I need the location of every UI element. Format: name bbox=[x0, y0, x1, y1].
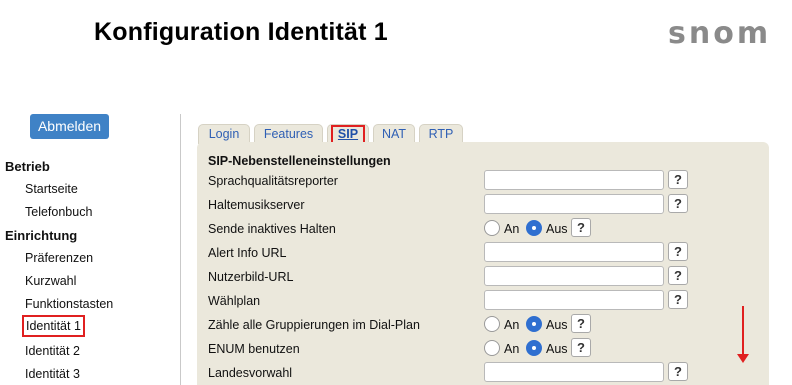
help-button-sende-inaktives-halten[interactable]: ? bbox=[571, 218, 591, 237]
radio-sende-inaktives-halten-aus[interactable] bbox=[526, 220, 542, 236]
help-button-waehlplan[interactable]: ? bbox=[668, 290, 688, 309]
landesvorwahl-input[interactable] bbox=[484, 362, 664, 382]
tab-features[interactable]: Features bbox=[254, 124, 323, 144]
radio-zaehle-gruppierungen-an[interactable] bbox=[484, 316, 500, 332]
field-label-waehlplan: Wählplan bbox=[208, 294, 261, 308]
help-button-nutzerbild-url[interactable]: ? bbox=[668, 266, 688, 285]
radio-label-aus: Aus bbox=[546, 342, 568, 356]
tab-nat[interactable]: NAT bbox=[373, 124, 415, 144]
help-button-alert-info-url[interactable]: ? bbox=[668, 242, 688, 261]
field-label-zaehle-gruppierungen: Zähle alle Gruppierungen im Dial-Plan bbox=[208, 318, 420, 332]
arrow-head-icon bbox=[737, 354, 749, 363]
radio-label-an: An bbox=[504, 342, 520, 356]
radio-label-aus: Aus bbox=[546, 222, 568, 236]
haltemusikserver-input[interactable] bbox=[484, 194, 664, 214]
radio-label-an: An bbox=[504, 318, 520, 332]
help-button-zaehle-gruppierungen[interactable]: ? bbox=[571, 314, 591, 333]
field-label-sende-inaktives-halten: Sende inaktives Halten bbox=[208, 222, 336, 236]
sidebar-divider bbox=[180, 114, 181, 385]
sidebar-item-identitaet-1[interactable]: Identität 1 bbox=[22, 315, 85, 337]
snom-logo: snom bbox=[668, 16, 772, 51]
tab-login[interactable]: Login bbox=[198, 124, 250, 144]
sidebar-item-telefonbuch[interactable]: Telefonbuch bbox=[25, 205, 92, 219]
sidebar-item-startseite[interactable]: Startseite bbox=[25, 182, 78, 196]
scroll-down-arrow-icon bbox=[742, 306, 744, 358]
sidebar: Abmelden Betrieb Startseite Telefonbuch … bbox=[0, 0, 180, 385]
sidebar-item-praeferenzen[interactable]: Präferenzen bbox=[25, 251, 93, 265]
field-label-alert-info-url: Alert Info URL bbox=[208, 246, 287, 260]
field-label-landesvorwahl: Landesvorwahl bbox=[208, 366, 293, 380]
sidebar-heading-einrichtung: Einrichtung bbox=[5, 228, 78, 243]
sprachqualitaetsreporter-input[interactable] bbox=[484, 170, 664, 190]
sidebar-heading-betrieb: Betrieb bbox=[5, 159, 50, 174]
alert-info-url-input[interactable] bbox=[484, 242, 664, 262]
help-button-landesvorwahl[interactable]: ? bbox=[668, 362, 688, 381]
radio-enum-benutzen-an[interactable] bbox=[484, 340, 500, 356]
radio-zaehle-gruppierungen-aus[interactable] bbox=[526, 316, 542, 332]
tab-rtp[interactable]: RTP bbox=[419, 124, 463, 144]
radio-label-aus: Aus bbox=[546, 318, 568, 332]
sidebar-item-identitaet-3[interactable]: Identität 3 bbox=[25, 367, 80, 381]
logout-button[interactable]: Abmelden bbox=[30, 114, 109, 139]
section-title: SIP-Nebenstelleneinstellungen bbox=[208, 154, 391, 168]
tab-sip[interactable]: SIP bbox=[327, 124, 369, 144]
radio-label-an: An bbox=[504, 222, 520, 236]
nutzerbild-url-input[interactable] bbox=[484, 266, 664, 286]
radio-enum-benutzen-aus[interactable] bbox=[526, 340, 542, 356]
radio-sende-inaktives-halten-an[interactable] bbox=[484, 220, 500, 236]
help-button-enum-benutzen[interactable]: ? bbox=[571, 338, 591, 357]
field-label-nutzerbild-url: Nutzerbild-URL bbox=[208, 270, 294, 284]
field-label-enum-benutzen: ENUM benutzen bbox=[208, 342, 300, 356]
waehlplan-input[interactable] bbox=[484, 290, 664, 310]
field-label-sprachqualitaetsreporter: Sprachqualitätsreporter bbox=[208, 174, 338, 188]
sidebar-item-kurzwahl[interactable]: Kurzwahl bbox=[25, 274, 76, 288]
help-button-haltemusikserver[interactable]: ? bbox=[668, 194, 688, 213]
field-label-haltemusikserver: Haltemusikserver bbox=[208, 198, 305, 212]
settings-panel: SIP-Nebenstelleneinstellungen Sprachqual… bbox=[197, 142, 769, 385]
sidebar-item-identitaet-2[interactable]: Identität 2 bbox=[25, 344, 80, 358]
help-button-sprachqualitaetsreporter[interactable]: ? bbox=[668, 170, 688, 189]
sidebar-item-funktionstasten[interactable]: Funktionstasten bbox=[25, 297, 113, 311]
